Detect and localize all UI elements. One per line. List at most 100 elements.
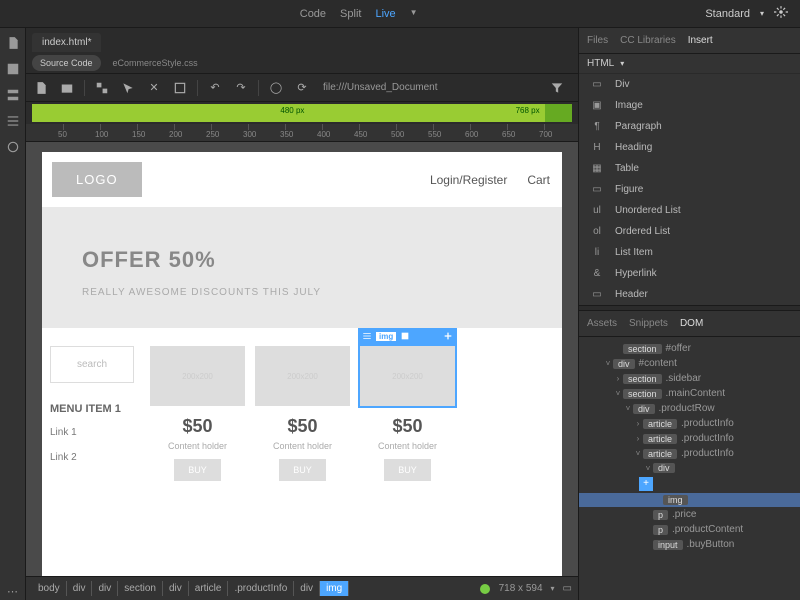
stop-icon[interactable]: ◯ xyxy=(267,79,285,97)
dom-node[interactable]: p.price xyxy=(579,507,800,522)
insert-item[interactable]: olOrdered List xyxy=(579,221,800,242)
insert-item-label: Heading xyxy=(615,142,652,153)
redo-icon[interactable]: ↷ xyxy=(232,79,250,97)
breadcrumb-item[interactable]: article xyxy=(189,581,229,596)
product-image[interactable]: img200x200 xyxy=(360,346,455,406)
live-canvas[interactable]: LOGO Login/Register Cart OFFER 50% REALL… xyxy=(26,142,578,576)
search-input[interactable]: search xyxy=(50,346,134,383)
breadcrumb-item[interactable]: div xyxy=(294,581,320,596)
insert-item[interactable]: ▣Image xyxy=(579,95,800,116)
manage-icon[interactable] xyxy=(4,60,22,78)
insert-item-icon: ▭ xyxy=(589,79,605,90)
insert-item[interactable]: ¶Paragraph xyxy=(579,116,800,137)
insert-item[interactable]: &Hyperlink xyxy=(579,263,800,284)
more-icon[interactable]: ⋯ xyxy=(4,582,22,600)
login-link[interactable]: Login/Register xyxy=(430,173,507,187)
dom-node[interactable]: ˅div xyxy=(579,461,800,475)
insert-item[interactable]: ▦Table xyxy=(579,158,800,179)
breadcrumb-item[interactable]: .productInfo xyxy=(228,581,294,596)
page-sidebar: search MENU ITEM 1 Link 1 Link 2 xyxy=(42,338,142,489)
breadcrumb-item[interactable]: section xyxy=(118,581,163,596)
insert-item[interactable]: ▭Header xyxy=(579,284,800,305)
insert-item-label: Div xyxy=(615,79,629,90)
cart-link[interactable]: Cart xyxy=(527,173,550,187)
refresh-icon[interactable]: ⟳ xyxy=(293,79,311,97)
source-code-tab[interactable]: Source Code xyxy=(32,55,101,71)
format-icon[interactable] xyxy=(171,79,189,97)
buy-button[interactable]: BUY xyxy=(384,459,431,481)
dom-node[interactable]: section#offer xyxy=(579,341,800,356)
element-selection-hud[interactable]: img xyxy=(358,328,457,344)
dom-node[interactable]: input.buyButton xyxy=(579,537,800,552)
undo-icon[interactable]: ↶ xyxy=(206,79,224,97)
tab-dom[interactable]: DOM xyxy=(680,318,703,329)
chevron-down-icon[interactable]: ▼ xyxy=(410,8,418,20)
product-image[interactable]: 200x200 xyxy=(150,346,245,406)
sync-settings-icon[interactable] xyxy=(774,5,788,22)
target-icon[interactable] xyxy=(4,138,22,156)
list-icon[interactable] xyxy=(4,112,22,130)
address-bar[interactable]: file:///Unsaved_Document xyxy=(323,82,438,93)
breadcrumb-item[interactable]: div xyxy=(92,581,118,596)
breadcrumb-item[interactable]: body xyxy=(32,581,67,596)
inspect-icon[interactable] xyxy=(119,79,137,97)
tab-assets[interactable]: Assets xyxy=(587,318,617,329)
extract-icon[interactable] xyxy=(4,86,22,104)
tab-files[interactable]: Files xyxy=(587,35,608,46)
shuffle-icon[interactable]: ✕ xyxy=(145,79,163,97)
product-price: $50 xyxy=(150,416,245,437)
buy-button[interactable]: BUY xyxy=(279,459,326,481)
insert-item[interactable]: liList Item xyxy=(579,242,800,263)
sidebar-link[interactable]: Link 1 xyxy=(50,427,134,438)
dom-panel-tabs: Assets Snippets DOM xyxy=(579,311,800,337)
chevron-down-icon[interactable]: ▾ xyxy=(760,9,764,18)
insert-item[interactable]: HHeading xyxy=(579,137,800,158)
product-card[interactable]: 200x200 $50 Content holder BUY xyxy=(150,346,245,481)
insert-category[interactable]: HTML▾ xyxy=(579,54,800,74)
product-card[interactable]: 200x200$50Content holderBUY xyxy=(255,346,350,481)
dom-node[interactable]: ˅article.productInfo xyxy=(579,446,800,461)
insert-item[interactable]: ulUnordered List xyxy=(579,200,800,221)
insert-item-icon: ▭ xyxy=(589,289,605,300)
tab-insert[interactable]: Insert xyxy=(688,35,713,46)
sidebar-link[interactable]: Link 2 xyxy=(50,452,134,463)
breadcrumb-item[interactable]: img xyxy=(320,581,349,596)
dom-node[interactable]: ˅div#content xyxy=(579,356,800,371)
dom-node[interactable]: p.productContent xyxy=(579,522,800,537)
view-code[interactable]: Code xyxy=(300,8,326,20)
tab-snippets[interactable]: Snippets xyxy=(629,318,668,329)
tab-cc-libraries[interactable]: CC Libraries xyxy=(620,35,676,46)
insert-item[interactable]: ▭ Div xyxy=(579,74,800,95)
buy-button[interactable]: BUY xyxy=(174,459,221,481)
insert-item[interactable]: ▭Figure xyxy=(579,179,800,200)
media-query-bar[interactable]: 480 px 768 px xyxy=(32,104,572,122)
file-icon[interactable] xyxy=(4,34,22,52)
dom-node[interactable]: ›article.productInfo xyxy=(579,431,800,446)
expand-icon[interactable] xyxy=(93,79,111,97)
view-live[interactable]: Live xyxy=(375,8,395,20)
tag-selector-breadcrumb: bodydivdivsectiondivarticle.productInfod… xyxy=(26,576,578,600)
filter-icon[interactable] xyxy=(548,79,566,97)
new-doc-icon[interactable] xyxy=(32,79,50,97)
open-icon[interactable] xyxy=(58,79,76,97)
related-css-tab[interactable]: eCommerceStyle.css xyxy=(105,55,206,71)
breadcrumb-item[interactable]: div xyxy=(67,581,93,596)
dom-node[interactable]: img xyxy=(579,493,800,507)
dom-node[interactable]: ›section.sidebar xyxy=(579,371,800,386)
dom-node[interactable]: ›article.productInfo xyxy=(579,416,800,431)
add-node-button[interactable]: + xyxy=(639,477,653,491)
dom-node[interactable]: ˅section.mainContent xyxy=(579,386,800,401)
product-image[interactable]: 200x200 xyxy=(255,346,350,406)
workspace-switcher[interactable]: Standard xyxy=(705,8,750,20)
product-row: 200x200$50Content holderBUY200x200$50Con… xyxy=(142,338,562,489)
product-desc: Content holder xyxy=(150,441,245,451)
insert-item-label: Hyperlink xyxy=(615,268,657,279)
dom-node[interactable]: ˅div.productRow xyxy=(579,401,800,416)
view-split[interactable]: Split xyxy=(340,8,361,20)
insert-item-label: Ordered List xyxy=(615,226,670,237)
file-tab[interactable]: index.html* xyxy=(32,33,101,52)
breadcrumb-item[interactable]: div xyxy=(163,581,189,596)
product-card[interactable]: img200x200$50Content holderBUY xyxy=(360,346,455,481)
device-icon[interactable]: ▭ xyxy=(563,583,572,594)
status-ok-icon xyxy=(479,583,491,595)
